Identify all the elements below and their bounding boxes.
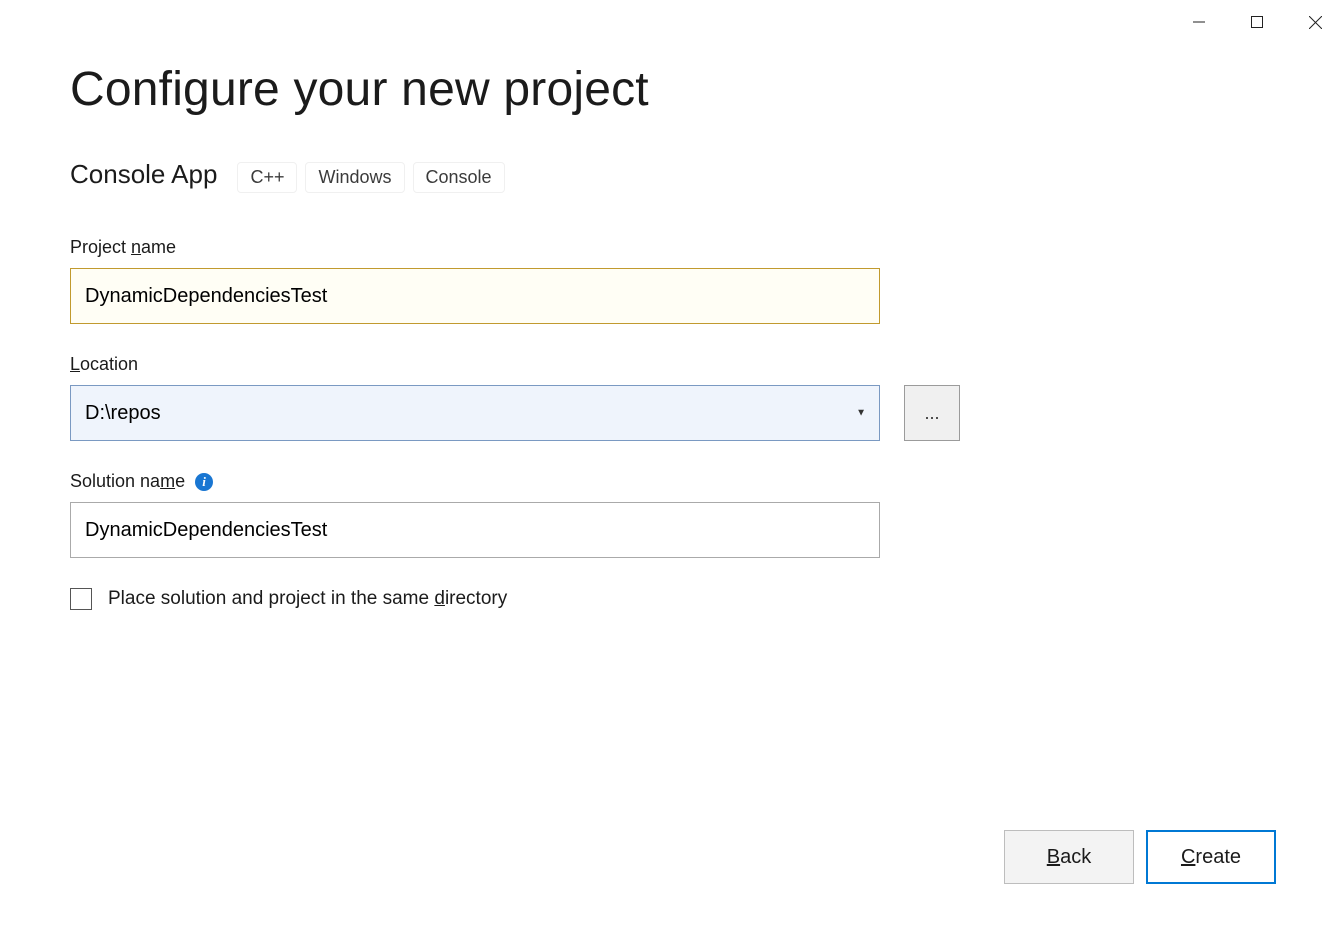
template-tags: C++ Windows Console — [237, 162, 504, 193]
minimize-icon — [1193, 16, 1205, 28]
solution-name-label: Solution name i — [70, 471, 1274, 492]
window-controls — [1170, 0, 1344, 44]
solution-name-input[interactable] — [70, 502, 880, 558]
maximize-button[interactable] — [1228, 0, 1286, 44]
same-directory-row: Place solution and project in the same d… — [70, 588, 1274, 610]
main-content: Configure your new project Console App C… — [70, 62, 1274, 848]
back-button[interactable]: Back — [1004, 830, 1134, 884]
maximize-icon — [1251, 16, 1263, 28]
same-directory-checkbox[interactable] — [70, 588, 92, 610]
minimize-button[interactable] — [1170, 0, 1228, 44]
page-title: Configure your new project — [70, 62, 1274, 117]
location-dropdown[interactable] — [70, 385, 880, 441]
template-header: Console App C++ Windows Console — [70, 159, 1274, 193]
location-dropdown-wrap: ▼ — [70, 385, 880, 441]
close-icon — [1309, 16, 1322, 29]
same-directory-label[interactable]: Place solution and project in the same d… — [108, 588, 507, 610]
template-name: Console App — [70, 159, 217, 190]
create-button[interactable]: Create — [1146, 830, 1276, 884]
tag-type: Console — [413, 162, 505, 193]
browse-button[interactable]: ... — [904, 385, 960, 441]
close-button[interactable] — [1286, 0, 1344, 44]
footer: Back Create — [1004, 830, 1276, 884]
tag-language: C++ — [237, 162, 297, 193]
location-label: Location — [70, 354, 1274, 375]
info-icon[interactable]: i — [195, 473, 213, 491]
tag-platform: Windows — [305, 162, 404, 193]
project-name-input[interactable] — [70, 268, 880, 324]
project-name-label: Project name — [70, 237, 1274, 258]
